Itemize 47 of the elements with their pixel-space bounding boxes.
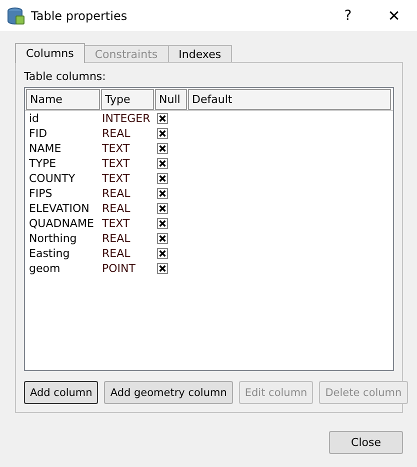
tab[interactable]: Columns bbox=[15, 43, 85, 63]
table-cell-text: Easting bbox=[28, 247, 71, 260]
checkbox[interactable] bbox=[157, 143, 168, 154]
table-cell-text: FIPS bbox=[28, 187, 54, 200]
checkbox[interactable] bbox=[157, 203, 168, 214]
table-cell-text: Northing bbox=[28, 232, 78, 245]
table-cell-text: NAME bbox=[28, 142, 62, 155]
table-cell-text: REAL bbox=[101, 187, 132, 200]
table-label: Table columns: bbox=[24, 70, 107, 84]
tab[interactable]: Indexes bbox=[168, 45, 232, 62]
column-header[interactable]: Default bbox=[188, 89, 391, 110]
table-cell-text: ELEVATION bbox=[28, 202, 90, 215]
column-header[interactable]: Name bbox=[26, 89, 100, 110]
table-cell-text: INTEGER bbox=[101, 112, 152, 125]
checkbox[interactable] bbox=[157, 233, 168, 244]
help-button[interactable]: ? bbox=[325, 0, 371, 31]
table-cell-text: REAL bbox=[101, 127, 132, 140]
column-header[interactable]: Type bbox=[101, 89, 154, 110]
table-cell-text: TYPE bbox=[28, 157, 58, 170]
action-button[interactable]: Add geometry column bbox=[104, 381, 233, 404]
table-cell-text: QUADNAME bbox=[28, 217, 95, 230]
table-cell-text: geom bbox=[28, 262, 62, 275]
table-cell-text: TEXT bbox=[101, 157, 131, 170]
checkbox[interactable] bbox=[157, 158, 168, 169]
checkbox[interactable] bbox=[157, 248, 168, 259]
checkbox[interactable] bbox=[157, 218, 168, 229]
close-button[interactable]: ✕ bbox=[371, 0, 417, 31]
database-icon bbox=[7, 6, 25, 24]
table-cell-text: COUNTY bbox=[28, 172, 76, 185]
window-title: Table properties bbox=[31, 8, 128, 22]
checkbox[interactable] bbox=[157, 128, 168, 139]
table-cell-text: TEXT bbox=[101, 217, 131, 230]
checkbox[interactable] bbox=[157, 263, 168, 274]
checkbox[interactable] bbox=[157, 113, 168, 124]
table-cell-text: TEXT bbox=[101, 172, 131, 185]
action-button[interactable]: Add column bbox=[24, 381, 98, 404]
table-cell-text: FID bbox=[28, 127, 48, 140]
close-dialog-button[interactable]: Close bbox=[329, 431, 403, 454]
table-cell-text: REAL bbox=[101, 247, 132, 260]
table-cell-text: REAL bbox=[101, 202, 132, 215]
table-cell-text: id bbox=[28, 112, 40, 125]
table-cell-text: REAL bbox=[101, 232, 132, 245]
table-cell-text: TEXT bbox=[101, 142, 131, 155]
table-cell-text: POINT bbox=[101, 262, 136, 275]
checkbox[interactable] bbox=[157, 188, 168, 199]
checkbox[interactable] bbox=[157, 173, 168, 184]
column-header[interactable]: Null bbox=[155, 89, 187, 110]
